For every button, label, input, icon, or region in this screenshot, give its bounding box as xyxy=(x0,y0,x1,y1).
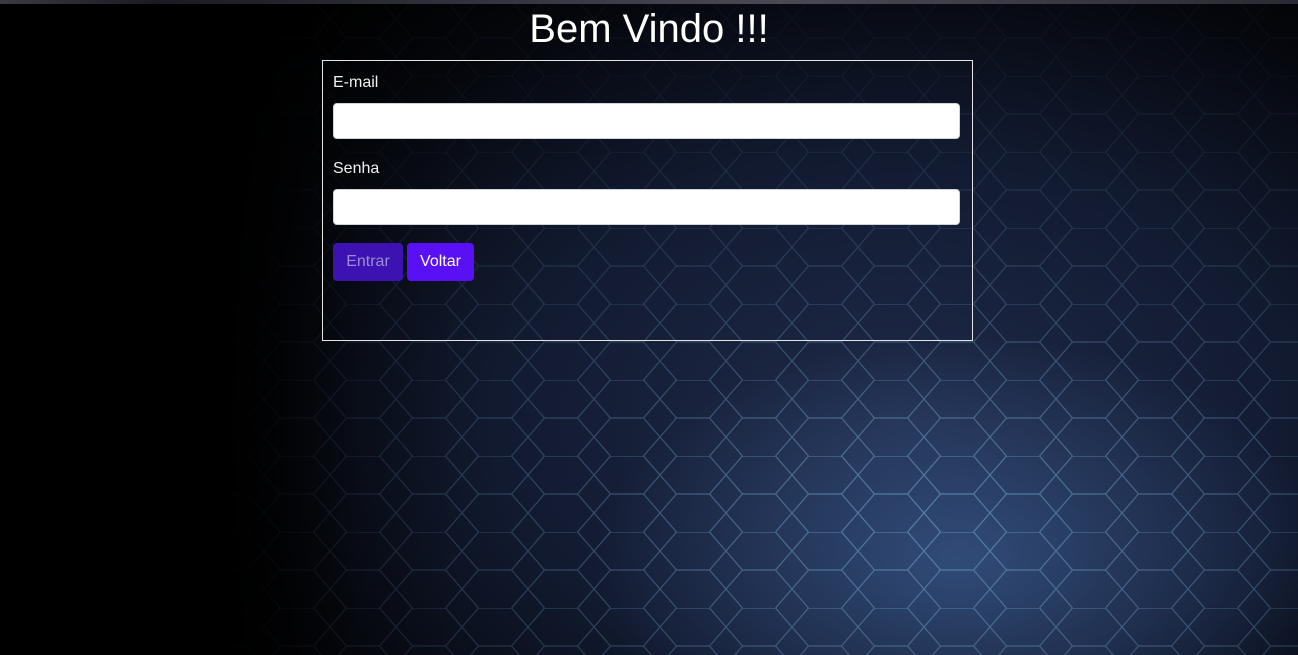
password-label: Senha xyxy=(333,160,380,177)
login-form: E-mail Senha Entrar Voltar xyxy=(322,60,973,341)
email-label: E-mail xyxy=(333,74,379,91)
page-title: Bem Vindo !!! xyxy=(529,7,769,51)
back-button[interactable]: Voltar xyxy=(407,243,474,281)
login-button[interactable]: Entrar xyxy=(333,243,403,281)
email-field[interactable] xyxy=(333,103,960,139)
password-field[interactable] xyxy=(333,189,960,225)
top-bar xyxy=(0,0,1298,4)
